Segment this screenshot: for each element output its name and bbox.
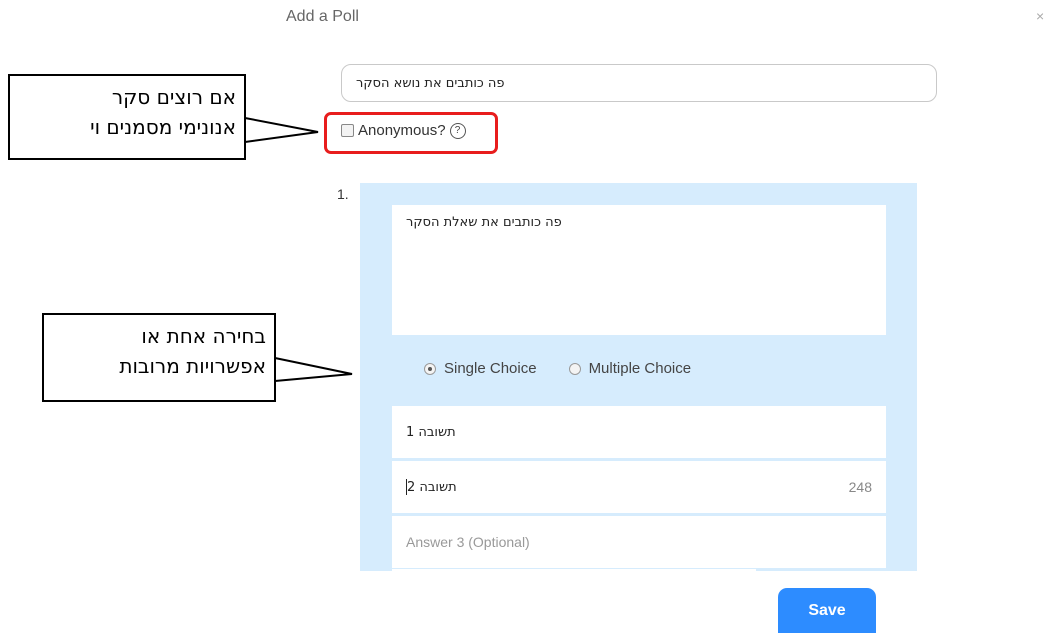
answer-1-input[interactable]: תשובה 1 — [392, 406, 886, 458]
single-choice-label[interactable]: Single Choice — [444, 360, 537, 377]
question-number: 1. — [337, 186, 349, 202]
callout-2-line-2: אפשרויות מרובות — [119, 354, 266, 378]
answer-3-input[interactable]: Answer 3 (Optional) — [392, 516, 886, 568]
callout-1-pointer — [244, 117, 319, 143]
help-icon[interactable]: ? — [449, 122, 466, 139]
multiple-choice-radio[interactable] — [568, 362, 581, 375]
answer-4-input-edge — [392, 569, 756, 571]
dialog-title: Add a Poll — [286, 8, 359, 25]
answer-3-placeholder: Answer 3 (Optional) — [406, 534, 530, 550]
save-button[interactable]: Save — [778, 588, 876, 633]
callout-1-line-1: אם רוצים סקר — [111, 85, 236, 109]
answer-2-char-count: 248 — [848, 479, 872, 495]
answer-2-value: תשובה 2 — [407, 479, 457, 495]
callout-choice-type: בחירה אחת או אפשרויות מרובות — [42, 313, 276, 402]
question-text-input[interactable]: פה כותבים את שאלת הסקר — [392, 205, 886, 335]
choice-type-group: Single Choice Multiple Choice — [424, 360, 691, 377]
anonymous-label: Anonymous? — [358, 122, 446, 139]
single-choice-radio[interactable] — [424, 362, 436, 375]
close-icon[interactable]: × — [1036, 8, 1044, 24]
callout-1-line-2: אנונימי מסמנים וי — [90, 115, 236, 139]
answer-2-input[interactable]: תשובה 2 248 — [392, 461, 886, 513]
callout-2-pointer — [274, 357, 353, 382]
callout-2-line-1: בחירה אחת או — [141, 324, 266, 348]
callout-anonymous: אם רוצים סקר אנונימי מסמנים וי — [8, 74, 246, 160]
answer-1-value: תשובה 1 — [406, 424, 456, 440]
anonymous-checkbox[interactable] — [341, 124, 354, 137]
multiple-choice-label[interactable]: Multiple Choice — [589, 360, 692, 377]
anonymous-option[interactable]: Anonymous? ? — [341, 122, 466, 139]
poll-topic-input[interactable] — [341, 64, 937, 102]
